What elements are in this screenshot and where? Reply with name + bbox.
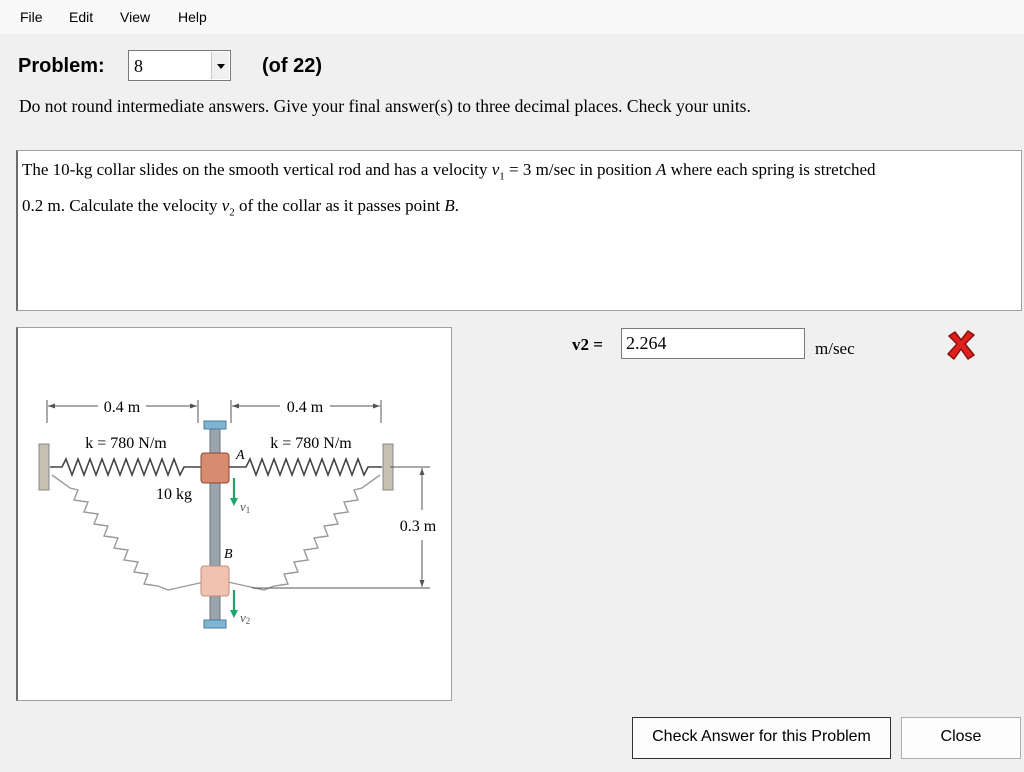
statement-line-2: 0.2 m. Calculate the velocity v2 of the … — [22, 196, 460, 219]
right-spring-constant: k = 780 N/m — [270, 435, 352, 452]
incorrect-x-icon — [945, 330, 977, 365]
mass-label: 10 kg — [156, 486, 192, 503]
left-spring-constant: k = 780 N/m — [85, 435, 167, 452]
rod-bottom-cap — [203, 619, 227, 629]
problem-select-value: 8 — [134, 56, 143, 76]
check-answer-button[interactable]: Check Answer for this Problem — [632, 717, 891, 759]
menu-help[interactable]: Help — [178, 9, 207, 25]
answer-label: v2 = — [572, 335, 603, 354]
problem-label: Problem: — [18, 55, 105, 77]
right-spring-diagonal — [227, 474, 381, 591]
chevron-down-icon[interactable] — [211, 52, 229, 79]
menu-file[interactable]: File — [20, 9, 43, 25]
collar-position-b — [200, 565, 230, 597]
problem-statement: The 10-kg collar slides on the smooth ve… — [22, 155, 1022, 228]
problem-count-label: (of 22) — [262, 55, 322, 77]
rod-top-cap — [203, 420, 227, 430]
v2-label: v2 — [240, 610, 250, 626]
right-spring-horizontal — [228, 456, 382, 478]
label-b: B — [224, 547, 233, 562]
label-a: A — [235, 448, 245, 463]
v1-label: v1 — [240, 499, 250, 515]
right-dimension-label: 0.4 m — [287, 399, 324, 416]
menu-bar: File Edit View Help — [0, 0, 1024, 35]
collar-spring-diagram: 0.4 m 0.4 m k = 780 N/m k = 780 N/m A B — [38, 399, 437, 629]
answer-unit: m/sec — [815, 339, 855, 358]
left-dimension-label: 0.4 m — [104, 399, 141, 416]
collar-position-a — [200, 452, 230, 484]
close-button[interactable]: Close — [901, 717, 1021, 759]
left-spring-horizontal — [50, 456, 202, 478]
answer-input[interactable] — [621, 328, 805, 359]
menu-view[interactable]: View — [120, 9, 150, 25]
vertical-dimension-label: 0.3 m — [400, 518, 437, 535]
problem-statement-box: The 10-kg collar slides on the smooth ve… — [16, 150, 1022, 311]
statement-line-1: The 10-kg collar slides on the smooth ve… — [22, 160, 876, 183]
instructions-text: Do not round intermediate answers. Give … — [19, 96, 751, 116]
problem-figure: 0.4 m 0.4 m k = 780 N/m k = 780 N/m A B — [16, 327, 452, 701]
problem-select[interactable]: 8 — [128, 50, 231, 81]
menu-edit[interactable]: Edit — [69, 9, 93, 25]
left-wall — [38, 443, 50, 491]
